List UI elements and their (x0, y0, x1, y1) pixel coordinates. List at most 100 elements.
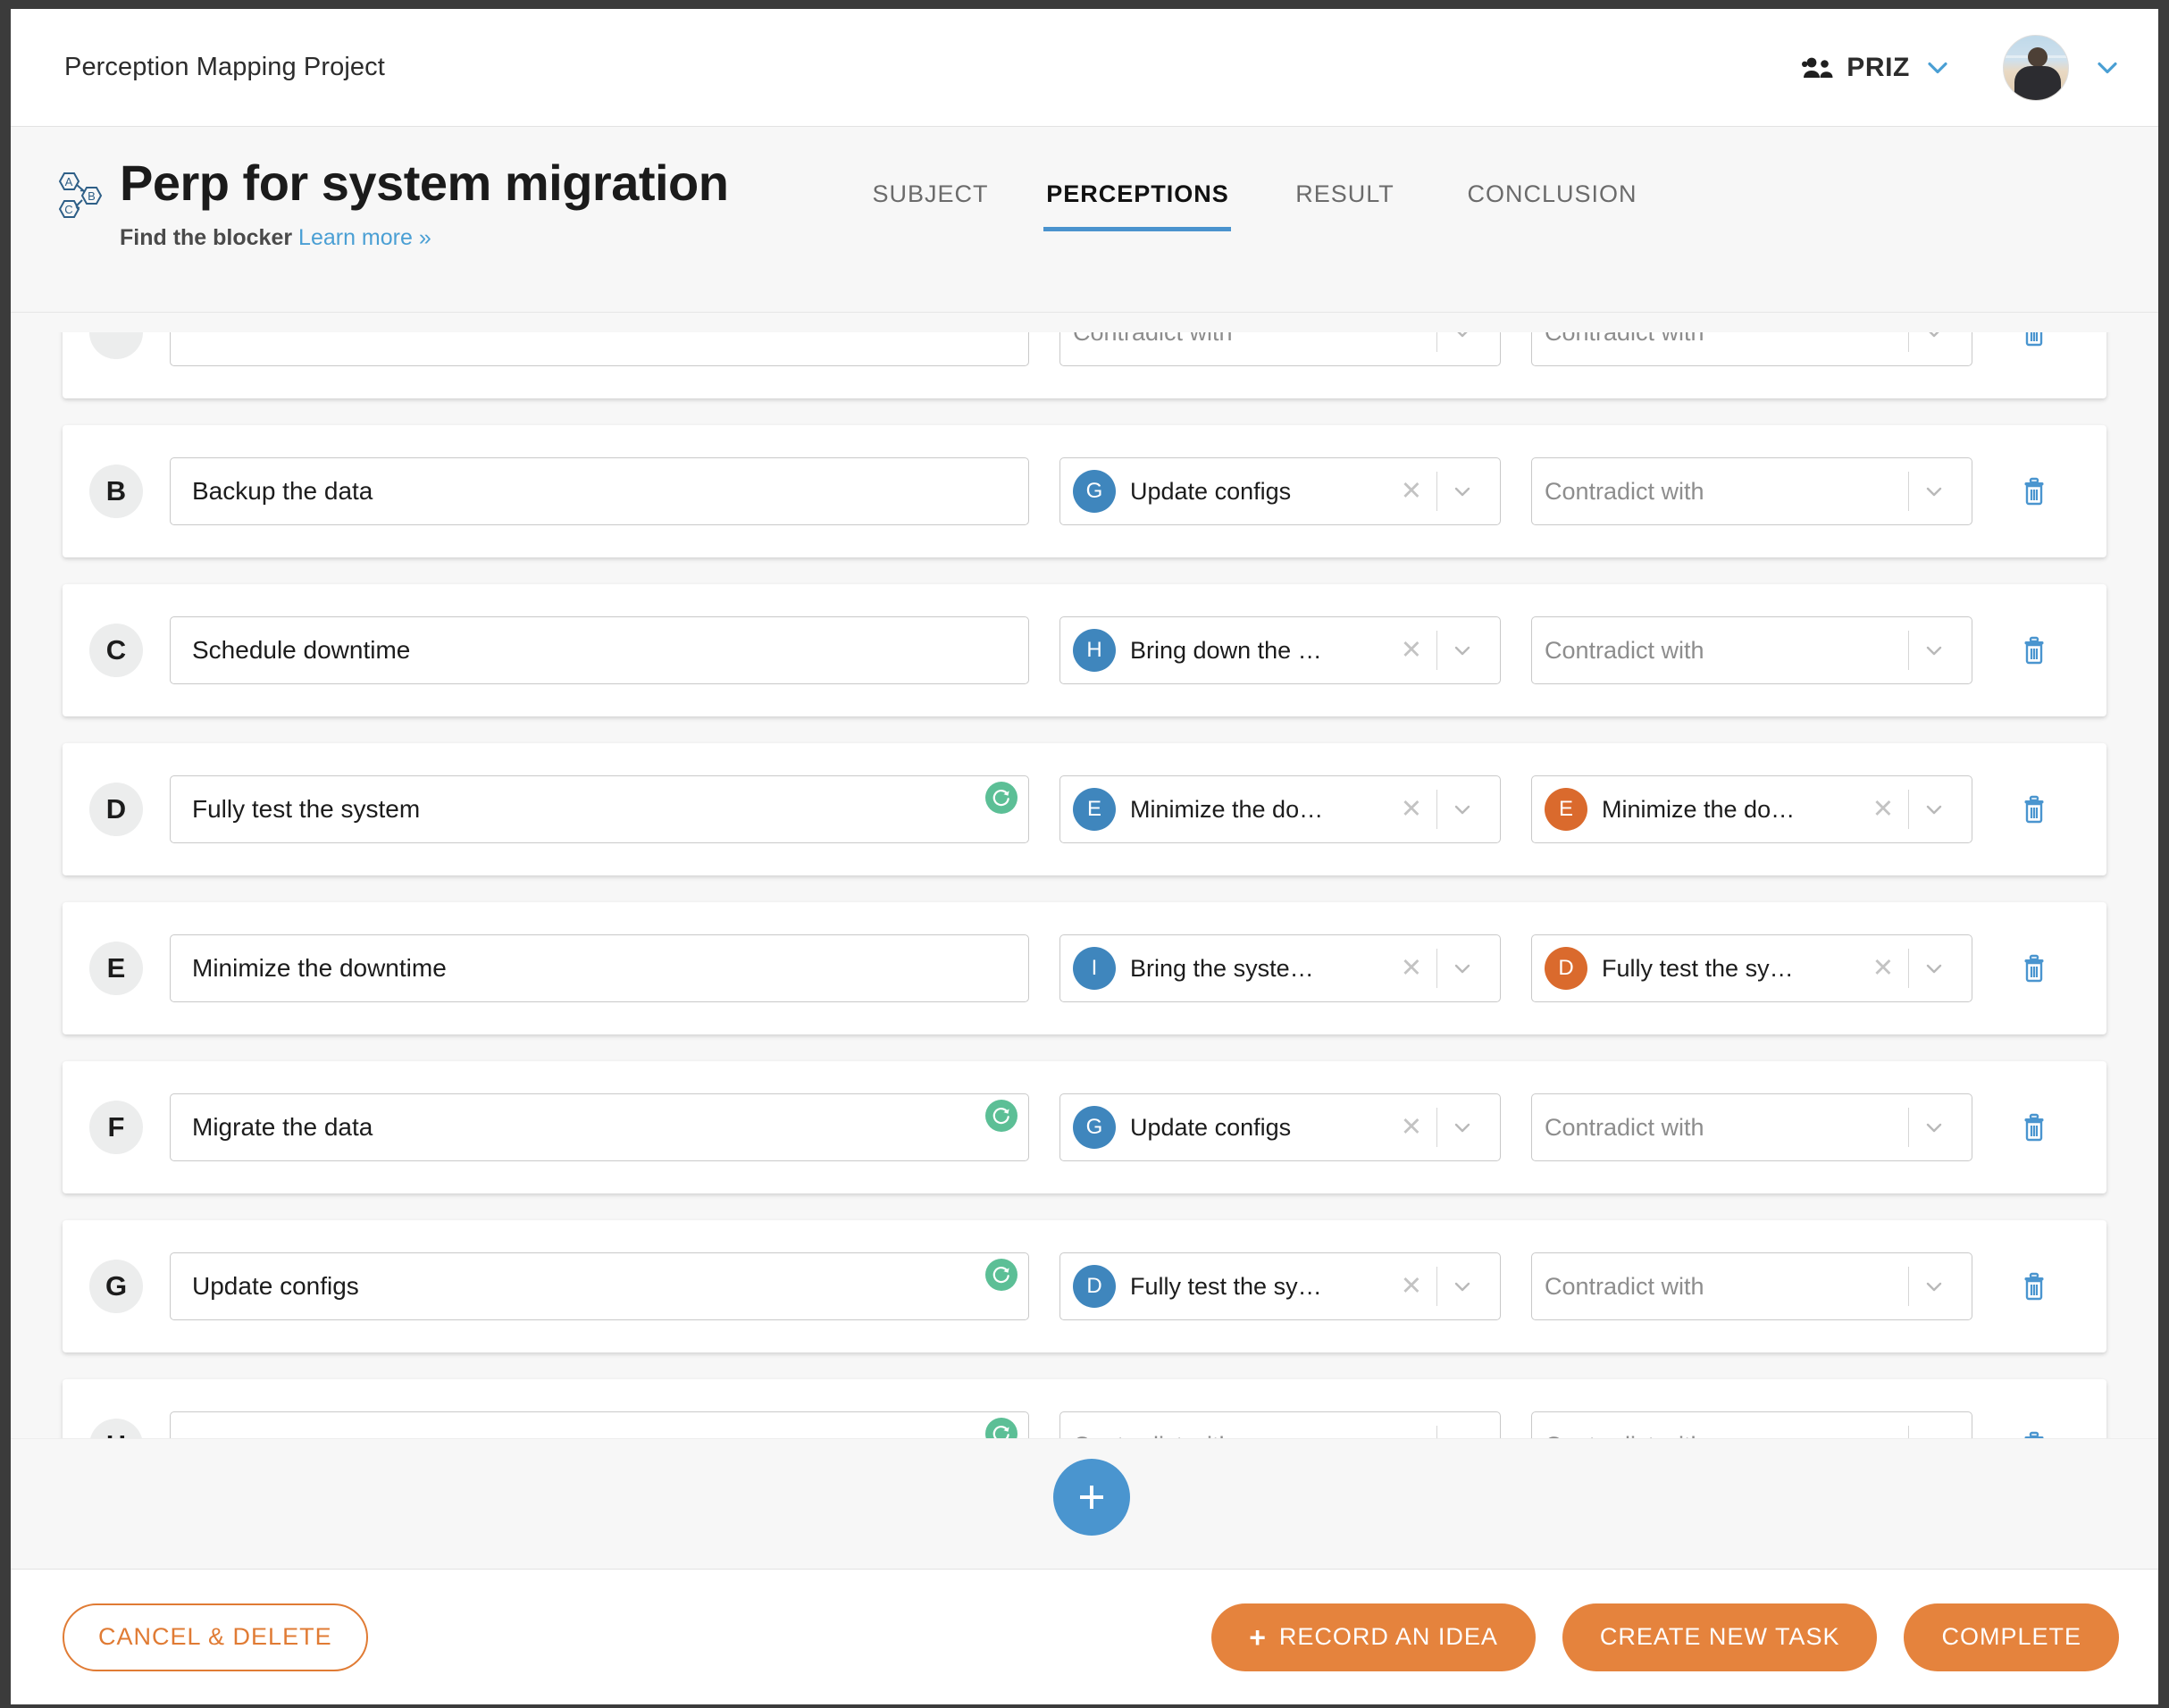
trash-icon[interactable] (2010, 1421, 2058, 1438)
cause-select[interactable]: D Fully test the sy… ✕ (1059, 1252, 1501, 1320)
chevron-down-icon[interactable] (1437, 956, 1487, 981)
footer-action-bar: CANCEL & DELETE + RECORD AN IDEA CREATE … (11, 1569, 2158, 1704)
detail-header-left: A B C Perp for system migration Find the… (11, 150, 729, 251)
select-placeholder: Contradict with (1545, 1113, 1704, 1141)
chevron-down-icon[interactable] (1437, 638, 1487, 663)
statement-input[interactable]: Fully test the system (170, 775, 1029, 843)
add-row-bar (11, 1438, 2158, 1569)
chevron-down-icon[interactable] (1909, 956, 1959, 981)
statement-input[interactable]: Backup the data (170, 457, 1029, 525)
circular-arrow-icon[interactable] (985, 1259, 1018, 1291)
tab-bar: SUBJECT PERCEPTIONS RESULT CONCLUSION (826, 150, 1655, 231)
close-x-icon[interactable]: ✕ (1392, 1114, 1436, 1141)
cause-select[interactable]: I Bring the syste… ✕ (1059, 934, 1501, 1002)
trash-icon[interactable] (2010, 944, 2058, 992)
perp-subtitle: Find the blocker Learn more » (120, 225, 728, 251)
contradiction-select[interactable]: Contradict with (1531, 616, 1972, 684)
cause-select[interactable]: G Update configs ✕ (1059, 1093, 1501, 1161)
statement-input[interactable]: Migrate the data (170, 1093, 1029, 1161)
selected-item-label: Bring the syste… (1130, 954, 1314, 982)
chevron-down-icon[interactable] (1437, 1115, 1487, 1140)
page-title: Perception Mapping Project (64, 53, 385, 81)
tab-result[interactable]: RESULT (1241, 166, 1448, 231)
selected-item-label: Update configs (1130, 477, 1292, 505)
selected-item-badge: H (1073, 629, 1116, 672)
avatar[interactable] (2003, 34, 2069, 101)
close-x-icon[interactable]: ✕ (1392, 796, 1436, 823)
cancel-and-delete-button[interactable]: CANCEL & DELETE (63, 1603, 368, 1671)
contradiction-select[interactable]: Contradict with (1531, 1411, 1972, 1438)
people-icon (1802, 55, 1834, 80)
selected-item-label: Minimize the do… (1602, 795, 1796, 823)
cause-select[interactable]: G Update configs ✕ (1059, 457, 1501, 525)
table-row: E Minimize the downtime I Bring the syste… ✕… (63, 902, 2106, 1034)
table-row: H Contradict with Contradict with (63, 1379, 2106, 1438)
statement-text: Fully test the system (192, 795, 421, 823)
close-x-icon[interactable]: ✕ (1392, 955, 1436, 982)
table-row: B Backup the data G Update configs ✕ Contradi… (63, 425, 2106, 557)
tab-perceptions[interactable]: PERCEPTIONS (1034, 166, 1241, 231)
close-x-icon[interactable]: ✕ (1392, 478, 1436, 505)
chevron-down-icon[interactable] (1909, 797, 1959, 822)
org-switcher[interactable]: PRIZ (1802, 53, 1953, 83)
chevron-down-icon[interactable] (1437, 479, 1487, 504)
circular-arrow-icon[interactable] (985, 1100, 1018, 1132)
row-letter-badge: E (89, 942, 143, 995)
chevron-down-icon[interactable] (1909, 1274, 1959, 1299)
account-chevron-down-icon[interactable] (2092, 53, 2123, 83)
chevron-down-icon[interactable] (1437, 797, 1487, 822)
statement-input[interactable]: Update configs (170, 1252, 1029, 1320)
detail-header-titles: Perp for system migration Find the block… (120, 155, 729, 251)
contradiction-select[interactable]: Contradict with (1531, 1093, 1972, 1161)
statement-input[interactable] (170, 1411, 1029, 1438)
learn-more-link[interactable]: Learn more » (298, 225, 431, 250)
cause-select[interactable]: H Bring down the … ✕ (1059, 616, 1501, 684)
trash-icon[interactable] (2010, 467, 2058, 515)
svg-text:B: B (88, 189, 96, 203)
cause-select[interactable]: Contradict with (1059, 1411, 1501, 1438)
cause-select[interactable]: E Minimize the do… ✕ (1059, 775, 1501, 843)
contradiction-select[interactable]: Contradict with (1531, 1252, 1972, 1320)
row-letter-badge: D (89, 783, 143, 836)
tab-subject[interactable]: SUBJECT (826, 166, 1034, 231)
selected-item-label: Update configs (1130, 1113, 1292, 1141)
chevron-down-icon[interactable] (1909, 638, 1959, 663)
chevron-down-icon[interactable] (1909, 479, 1959, 504)
create-new-task-button[interactable]: CREATE NEW TASK (1562, 1603, 1878, 1671)
trash-icon[interactable] (2010, 626, 2058, 674)
trash-icon[interactable] (2010, 785, 2058, 833)
screen-frame: Perception Mapping Project PRIZ A B C Pe… (0, 0, 2169, 1708)
perp-subtitle-strong: Find the blocker (120, 224, 293, 250)
add-perception-button[interactable] (1053, 1459, 1130, 1536)
chevron-down-icon[interactable] (1437, 1274, 1487, 1299)
close-x-icon[interactable]: ✕ (1863, 796, 1908, 823)
selected-item-badge: D (1545, 947, 1587, 990)
perception-rows-viewport[interactable]: Contradict with Contradict with B Backup th… (11, 313, 2158, 1438)
trash-icon[interactable] (2010, 1103, 2058, 1151)
circular-arrow-icon[interactable] (985, 782, 1018, 814)
row-letter-badge: F (89, 1101, 143, 1154)
statement-input[interactable]: Schedule downtime (170, 616, 1029, 684)
org-name: PRIZ (1847, 52, 1910, 82)
avatar-head (2028, 46, 2048, 67)
plus-icon (1072, 1478, 1111, 1517)
chevron-down-icon[interactable] (1922, 53, 1953, 83)
close-x-icon[interactable]: ✕ (1863, 955, 1908, 982)
complete-button[interactable]: COMPLETE (1904, 1603, 2119, 1671)
detail-header: A B C Perp for system migration Find the… (11, 127, 2158, 313)
chevron-down-icon[interactable] (1909, 1115, 1959, 1140)
close-x-icon[interactable]: ✕ (1392, 1273, 1436, 1300)
close-x-icon[interactable]: ✕ (1392, 637, 1436, 664)
statement-input[interactable]: Minimize the downtime (170, 934, 1029, 1002)
tab-conclusion[interactable]: CONCLUSION (1448, 166, 1655, 231)
contradiction-select[interactable]: Contradict with (1531, 457, 1972, 525)
top-bar: Perception Mapping Project PRIZ (11, 9, 2158, 127)
trash-icon[interactable] (2010, 1262, 2058, 1310)
list-top-fade (11, 313, 2158, 332)
circular-arrow-icon[interactable] (985, 1418, 1018, 1438)
table-row: G Update configs D Fully test the sy… ✕ Contr… (63, 1220, 2106, 1352)
contradiction-select[interactable]: E Minimize the do… ✕ (1531, 775, 1972, 843)
record-an-idea-button[interactable]: + RECORD AN IDEA (1211, 1603, 1536, 1671)
contradiction-select[interactable]: D Fully test the sy… ✕ (1531, 934, 1972, 1002)
svg-text:C: C (64, 203, 72, 216)
